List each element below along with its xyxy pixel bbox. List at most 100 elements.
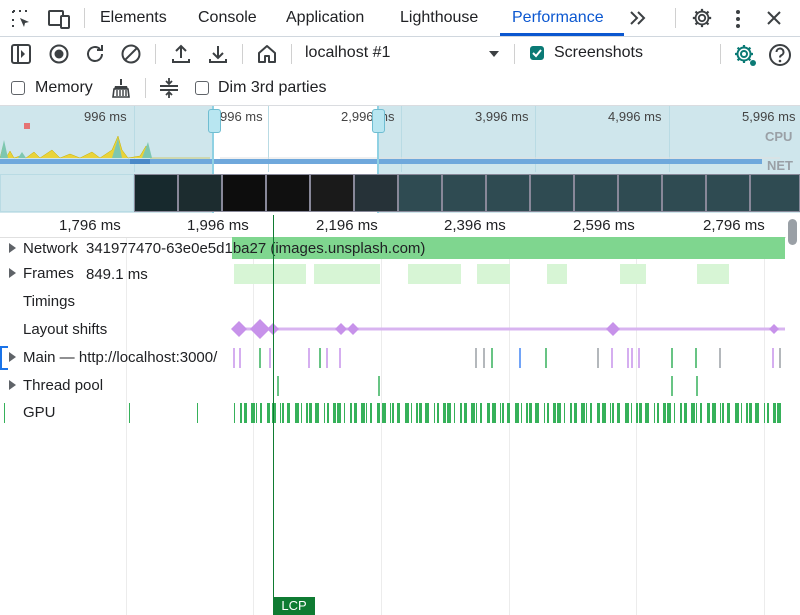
- gpu-event: [315, 403, 319, 423]
- frame-bar[interactable]: [408, 264, 461, 284]
- gpu-event: [712, 403, 716, 423]
- track-label: Thread pool: [23, 377, 104, 394]
- gpu-event: [460, 403, 462, 423]
- memory-checkbox[interactable]: [11, 81, 25, 95]
- gpu-event: [287, 403, 290, 423]
- screenshot-thumbnail: [442, 174, 486, 212]
- screenshots-checkbox[interactable]: [530, 46, 544, 60]
- layout-shift-markers[interactable]: [225, 316, 786, 344]
- scrollbar-thumb[interactable]: [788, 219, 797, 245]
- chevron-down-icon[interactable]: [488, 49, 500, 59]
- frame-bar[interactable]: [234, 264, 306, 284]
- gpu-event: [425, 403, 429, 423]
- expand-triangle-icon[interactable]: [9, 352, 16, 362]
- gpu-event: [654, 403, 655, 423]
- home-icon[interactable]: [256, 43, 278, 65]
- selection-handle-right[interactable]: [372, 109, 385, 133]
- record-icon[interactable]: [48, 43, 70, 65]
- gpu-event: [337, 403, 341, 423]
- target-select[interactable]: localhost #1: [305, 44, 390, 62]
- gpu-event: [663, 403, 666, 423]
- gpu-event: [4, 403, 5, 423]
- close-icon[interactable]: [765, 9, 783, 27]
- gpu-event: [405, 403, 409, 423]
- tab-application[interactable]: Application: [286, 0, 364, 36]
- garbage-collect-broom-icon[interactable]: [110, 77, 132, 99]
- device-toolbar-icon[interactable]: [47, 8, 71, 30]
- expand-triangle-icon[interactable]: [9, 380, 16, 390]
- track-gpu[interactable]: GPU: [0, 400, 786, 428]
- more-tabs-icon[interactable]: [628, 10, 648, 26]
- frame-bar[interactable]: [314, 264, 380, 284]
- gpu-event: [350, 403, 352, 423]
- capture-settings-icon[interactable]: [733, 43, 757, 67]
- gpu-event: [256, 403, 257, 423]
- focus-indicator-bottom: [0, 368, 8, 370]
- frame-bar[interactable]: [547, 264, 567, 284]
- gpu-event: [234, 403, 235, 423]
- gpu-event: [696, 403, 697, 423]
- ruler-tick-label: 2,396 ms: [444, 217, 506, 234]
- track-frames[interactable]: Frames 849.1 ms: [0, 260, 786, 288]
- toggle-sidebar-icon[interactable]: [10, 43, 32, 65]
- inspect-element-icon[interactable]: [10, 8, 32, 30]
- lcp-marker-badge[interactable]: LCP: [273, 597, 315, 615]
- settings-gear-icon[interactable]: [691, 7, 713, 29]
- track-label: Timings: [23, 293, 75, 310]
- reload-record-icon[interactable]: [84, 43, 106, 65]
- thread-pool-events[interactable]: [270, 372, 786, 400]
- gpu-event: [521, 403, 522, 423]
- gpu-event: [129, 403, 130, 423]
- gpu-event: [500, 403, 501, 423]
- cpu-net-graph: [0, 123, 780, 164]
- tab-lighthouse[interactable]: Lighthouse: [400, 0, 478, 36]
- track-layout-shifts[interactable]: Layout shifts: [0, 316, 786, 344]
- tab-console[interactable]: Console: [198, 0, 257, 36]
- screenshot-thumbnail: [530, 174, 574, 212]
- gpu-event: [370, 403, 372, 423]
- frame-bar[interactable]: [620, 264, 646, 284]
- gpu-event: [344, 403, 345, 423]
- gpu-event: [684, 403, 687, 423]
- gpu-event: [280, 403, 281, 423]
- download-icon[interactable]: [207, 43, 229, 65]
- gpu-event: [411, 403, 412, 423]
- gpu-event: [476, 403, 477, 423]
- track-thread-pool[interactable]: Thread pool: [0, 372, 786, 400]
- track-main[interactable]: Main — http://localhost:3000/: [0, 344, 786, 372]
- gpu-event: [535, 403, 539, 423]
- selection-handle-left[interactable]: [208, 109, 221, 133]
- frame-bar[interactable]: [477, 264, 510, 284]
- expand-triangle-icon[interactable]: [9, 243, 16, 253]
- track-timings[interactable]: Timings: [0, 288, 786, 316]
- gpu-event: [674, 403, 675, 423]
- gpu-event: [515, 403, 519, 423]
- gpu-event: [392, 403, 394, 423]
- tab-elements[interactable]: Elements: [100, 0, 167, 36]
- gpu-event: [309, 403, 312, 423]
- screenshot-thumbnail: [0, 174, 134, 212]
- vertical-scrollbar[interactable]: [786, 213, 800, 615]
- gpu-event: [447, 403, 451, 423]
- clear-icon[interactable]: [120, 43, 142, 65]
- gpu-event: [631, 403, 632, 423]
- main-thread-events[interactable]: [228, 344, 786, 372]
- divider: [720, 44, 721, 64]
- collapse-icon[interactable]: [158, 77, 180, 99]
- frame-bar[interactable]: [697, 264, 729, 284]
- upload-icon[interactable]: [170, 43, 192, 65]
- more-options-icon[interactable]: [730, 8, 746, 30]
- track-label: Network: [23, 240, 79, 257]
- gpu-event: [691, 403, 695, 423]
- help-icon[interactable]: [768, 43, 792, 67]
- gpu-event: [764, 403, 765, 423]
- gpu-event: [667, 403, 671, 423]
- gpu-event: [727, 403, 730, 423]
- expand-triangle-icon[interactable]: [9, 268, 16, 278]
- gpu-event: [377, 403, 380, 423]
- dim-third-parties-checkbox[interactable]: [195, 81, 209, 95]
- tab-performance[interactable]: Performance: [512, 0, 604, 36]
- screenshot-thumbnail: [574, 174, 618, 212]
- screenshot-thumbnail: [310, 174, 354, 212]
- gpu-events[interactable]: [120, 400, 786, 428]
